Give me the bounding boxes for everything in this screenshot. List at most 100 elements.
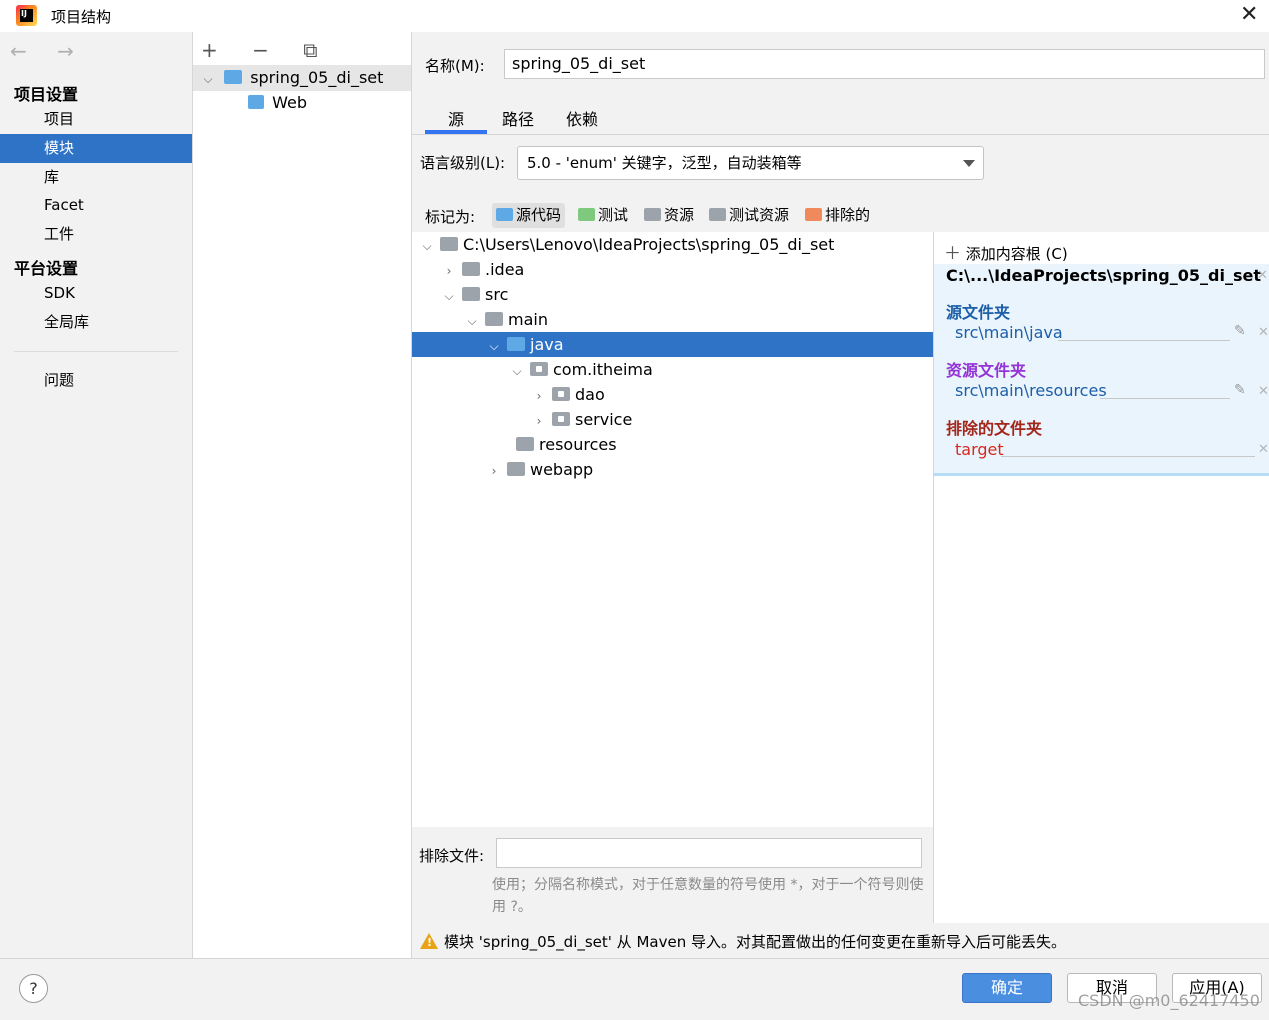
excluded-folders-heading: 排除的文件夹 bbox=[946, 419, 1043, 438]
web-facet-icon bbox=[248, 95, 264, 109]
package-icon bbox=[530, 362, 548, 376]
module-label: spring_05_di_set bbox=[250, 68, 384, 87]
source-folder-icon bbox=[496, 208, 513, 221]
chevron-down-icon[interactable]: ⌵ bbox=[510, 359, 524, 384]
module-folder-icon bbox=[224, 70, 243, 84]
tree-row-com-itheima[interactable]: ⌵ com.itheima bbox=[412, 357, 933, 382]
source-folder-item: src\main\java bbox=[955, 323, 1063, 342]
nav-item-modules[interactable]: 模块 bbox=[0, 134, 192, 163]
tree-row-root[interactable]: ⌵ C:\Users\Lenovo\IdeaProjects\spring_05_… bbox=[412, 232, 933, 257]
chevron-right-icon[interactable]: › bbox=[487, 459, 501, 484]
excluded-folder-item: target bbox=[955, 440, 1004, 459]
exclude-files-label: 排除文件: bbox=[419, 847, 485, 865]
title-bar bbox=[0, 0, 1269, 32]
tab-sources[interactable]: 源 bbox=[448, 106, 464, 130]
mark-resources-button[interactable]: 资源 bbox=[640, 203, 698, 228]
chevron-right-icon[interactable]: › bbox=[532, 384, 546, 409]
tab-paths[interactable]: 路径 bbox=[502, 106, 534, 130]
tree-row-resources[interactable]: resources bbox=[412, 432, 933, 457]
excluded-folder-underline bbox=[1001, 456, 1255, 457]
mark-test-resources-button[interactable]: 测试资源 bbox=[705, 203, 793, 228]
tree-row-dao[interactable]: › dao bbox=[412, 382, 933, 407]
excluded-folder-icon bbox=[805, 208, 822, 221]
close-icon[interactable]: ✕ bbox=[1240, 3, 1258, 27]
source-folders-heading: 源文件夹 bbox=[946, 303, 1011, 322]
mark-tests-button[interactable]: 测试 bbox=[574, 203, 632, 228]
folder-icon bbox=[462, 287, 480, 301]
resource-folder-icon bbox=[644, 208, 661, 221]
test-folder-icon bbox=[578, 208, 595, 221]
tree-row-idea[interactable]: › .idea bbox=[412, 257, 933, 282]
source-folder-icon bbox=[507, 337, 525, 351]
warning-icon: ! bbox=[420, 933, 438, 949]
mark-sources-button[interactable]: 源代码 bbox=[492, 203, 566, 228]
help-button[interactable]: ? bbox=[19, 974, 48, 1003]
folder-icon bbox=[462, 262, 480, 276]
chevron-right-icon[interactable]: › bbox=[532, 409, 546, 434]
nav-item-libraries[interactable]: 库 bbox=[0, 163, 192, 192]
chevron-down-icon[interactable]: ⌵ bbox=[201, 66, 215, 92]
chevron-down-icon[interactable] bbox=[963, 160, 975, 167]
content-root-path: C:\...\IdeaProjects\spring_05_di_set bbox=[946, 266, 1261, 285]
resource-folders-heading: 资源文件夹 bbox=[946, 361, 1027, 380]
nav-item-facets[interactable]: Facet bbox=[0, 191, 192, 220]
nav-item-sdk[interactable]: SDK bbox=[0, 279, 192, 308]
remove-root-icon[interactable]: ✕ bbox=[1257, 268, 1268, 283]
nav-item-global-libraries[interactable]: 全局库 bbox=[0, 308, 192, 337]
nav-item-problems[interactable]: 问题 bbox=[0, 366, 192, 395]
package-icon bbox=[552, 412, 570, 426]
chevron-down-icon[interactable]: ⌵ bbox=[420, 234, 434, 259]
folder-icon bbox=[507, 462, 525, 476]
nav-divider bbox=[14, 351, 178, 352]
ok-button[interactable]: 确定 bbox=[962, 973, 1052, 1003]
resource-folder-item: src\main\resources bbox=[955, 381, 1107, 400]
language-level-value: 5.0 - 'enum' 关键字，泛型，自动装箱等 bbox=[527, 154, 802, 172]
tree-row-main[interactable]: ⌵ main bbox=[412, 307, 933, 332]
remove-source-icon[interactable]: ✕ bbox=[1258, 325, 1269, 340]
name-label: 名称(M): bbox=[425, 57, 485, 75]
tab-dependencies[interactable]: 依赖 bbox=[566, 106, 598, 130]
folder-icon bbox=[440, 237, 458, 251]
module-toolbar[interactable]: + − ⧉ bbox=[201, 38, 332, 62]
back-forward-arrows-icon[interactable]: ← → bbox=[10, 39, 86, 63]
chevron-down-icon[interactable]: ⌵ bbox=[487, 334, 501, 359]
module-item-web[interactable]: Web bbox=[193, 90, 411, 116]
edit-pencil-icon[interactable]: ✎ bbox=[1234, 382, 1246, 398]
source-folder-underline bbox=[1058, 340, 1230, 341]
edit-pencil-icon[interactable]: ✎ bbox=[1234, 323, 1246, 339]
module-name-input[interactable]: spring_05_di_set bbox=[504, 49, 1265, 79]
csdn-watermark: CSDN @m0_62417450 bbox=[1078, 991, 1260, 1010]
tree-row-service[interactable]: › service bbox=[412, 407, 933, 432]
remove-excluded-icon[interactable]: ✕ bbox=[1258, 442, 1269, 457]
module-list-panel bbox=[193, 32, 412, 958]
module-item-spring-05-di-set[interactable]: ⌵ spring_05_di_set bbox=[193, 65, 411, 91]
tabs-divider bbox=[412, 134, 1269, 135]
mark-excluded-button[interactable]: 排除的 bbox=[801, 203, 874, 228]
exclude-files-input[interactable] bbox=[496, 838, 922, 868]
chevron-down-icon[interactable]: ⌵ bbox=[442, 284, 456, 309]
resource-folder-icon bbox=[516, 437, 534, 451]
exclude-files-help: 使用；分隔名称模式，对于任意数量的符号使用 *，对于一个符号则使用 ?。 bbox=[492, 877, 924, 915]
test-resource-folder-icon bbox=[709, 208, 726, 221]
package-icon bbox=[552, 387, 570, 401]
remove-resource-icon[interactable]: ✕ bbox=[1258, 384, 1269, 399]
tree-row-webapp[interactable]: › webapp bbox=[412, 457, 933, 482]
language-level-select[interactable]: 5.0 - 'enum' 关键字，泛型，自动装箱等 bbox=[517, 146, 984, 180]
folder-icon bbox=[485, 312, 503, 326]
language-level-label: 语言级别(L): bbox=[420, 154, 506, 172]
module-label: Web bbox=[272, 93, 307, 112]
nav-section-project-settings: 项目设置 bbox=[14, 85, 79, 104]
intellij-logo-icon: IJ bbox=[16, 5, 37, 26]
maven-warning: ! 模块 'spring_05_di_set' 从 Maven 导入。对其配置做出… bbox=[420, 931, 1066, 952]
chevron-down-icon[interactable]: ⌵ bbox=[465, 309, 479, 334]
nav-item-artifacts[interactable]: 工件 bbox=[0, 220, 192, 249]
nav-item-project[interactable]: 项目 bbox=[0, 105, 192, 134]
window-title: 项目结构 bbox=[51, 8, 112, 26]
mark-as-label: 标记为: bbox=[425, 208, 476, 226]
chevron-right-icon[interactable]: › bbox=[442, 259, 456, 284]
tree-row-java[interactable]: ⌵ java bbox=[412, 332, 933, 357]
resource-folder-underline bbox=[1100, 398, 1230, 399]
nav-section-platform-settings: 平台设置 bbox=[14, 259, 79, 278]
tree-row-src[interactable]: ⌵ src bbox=[412, 282, 933, 307]
add-content-root-button[interactable]: ＋ 添加内容根 (C) bbox=[944, 239, 1068, 264]
